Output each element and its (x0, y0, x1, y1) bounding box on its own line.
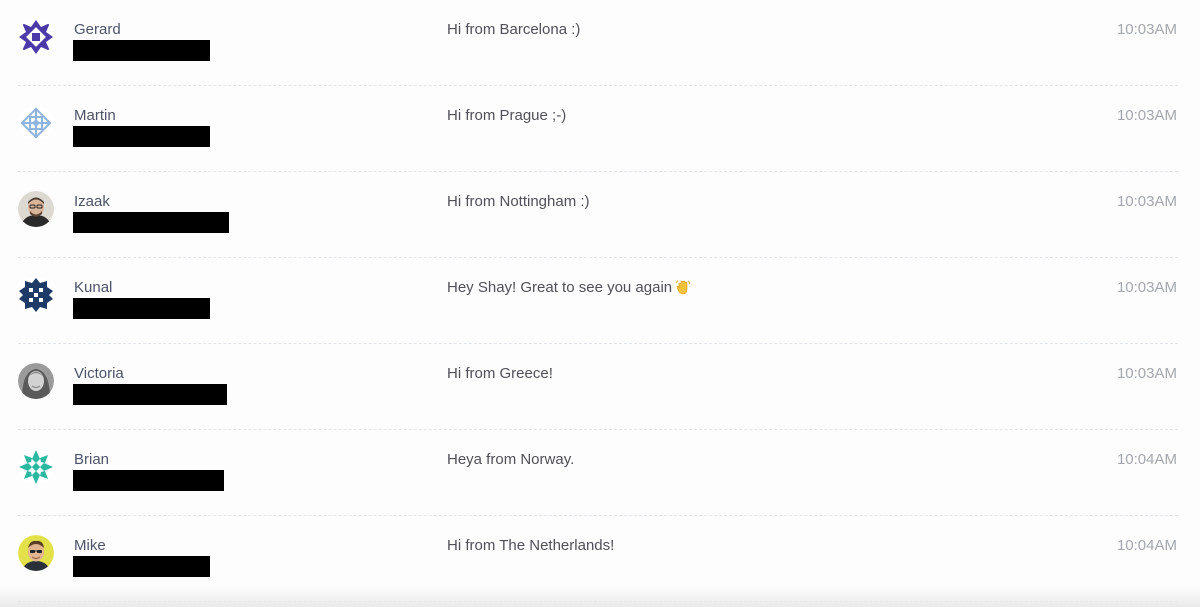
sender-name: Victoria (74, 365, 124, 382)
redacted-bar (73, 470, 224, 491)
message-row[interactable]: Martin Hi from Prague ;-) 10:03AM (0, 86, 1200, 172)
redacted-bar (73, 556, 210, 577)
message-text: Hi from Greece! (447, 365, 553, 382)
message-row[interactable]: Brian Heya from Norway. 10:04AM (0, 430, 1200, 516)
avatar-geometric-navy-icon[interactable] (18, 277, 54, 313)
avatar-user-photo-icon[interactable] (18, 191, 54, 227)
message-text: Hi from Nottingham :) (447, 193, 590, 210)
message-time: 10:03AM (1116, 365, 1177, 382)
message-time: 10:03AM (1116, 21, 1177, 38)
message-row[interactable]: Izaak Hi from Nottingham :) 10:03AM (0, 172, 1200, 258)
message-time: 10:03AM (1116, 193, 1177, 210)
redacted-bar (73, 298, 210, 319)
avatar-user-photo-icon[interactable] (18, 535, 54, 571)
redacted-bar (73, 40, 210, 61)
message-row[interactable]: Gerard Hi from Barcelona :) 10:03AM (0, 0, 1200, 86)
message-text-content: Hey Shay! Great to see you again (447, 279, 673, 296)
message-text: Hi from Prague ;-) (447, 107, 567, 124)
sender-name: Izaak (74, 193, 110, 210)
message-text: Hi from The Netherlands! (447, 537, 615, 554)
message-text: Hey Shay! Great to see you again (447, 278, 691, 301)
sender-name: Mike (74, 537, 106, 554)
message-text: Hi from Barcelona :) (447, 21, 581, 38)
message-row[interactable]: Kunal Hey Shay! Great to see you again 1… (0, 258, 1200, 344)
message-list: Gerard Hi from Barcelona :) 10:03AM Mart… (0, 0, 1200, 607)
avatar-geometric-teal-icon[interactable] (18, 449, 54, 485)
sender-name: Kunal (74, 279, 113, 296)
avatar-user-photo-icon[interactable] (18, 363, 54, 399)
redacted-bar (73, 212, 229, 233)
waving-hand-icon (675, 279, 691, 301)
sender-name: Martin (74, 107, 116, 124)
sender-name: Brian (74, 451, 110, 468)
message-row[interactable]: Victoria Hi from Greece! 10:03AM (0, 344, 1200, 430)
redacted-bar (73, 384, 227, 405)
message-text: Heya from Norway. (447, 451, 575, 468)
redacted-bar (73, 126, 210, 147)
sender-name: Gerard (74, 21, 121, 38)
scroll-fade (0, 587, 1200, 607)
message-time: 10:03AM (1116, 107, 1177, 124)
avatar-geometric-lightblue-icon[interactable] (18, 105, 54, 141)
message-time: 10:04AM (1116, 537, 1177, 554)
message-time: 10:03AM (1116, 279, 1177, 296)
message-time: 10:04AM (1116, 451, 1177, 468)
avatar-geometric-purple-icon[interactable] (18, 19, 54, 55)
